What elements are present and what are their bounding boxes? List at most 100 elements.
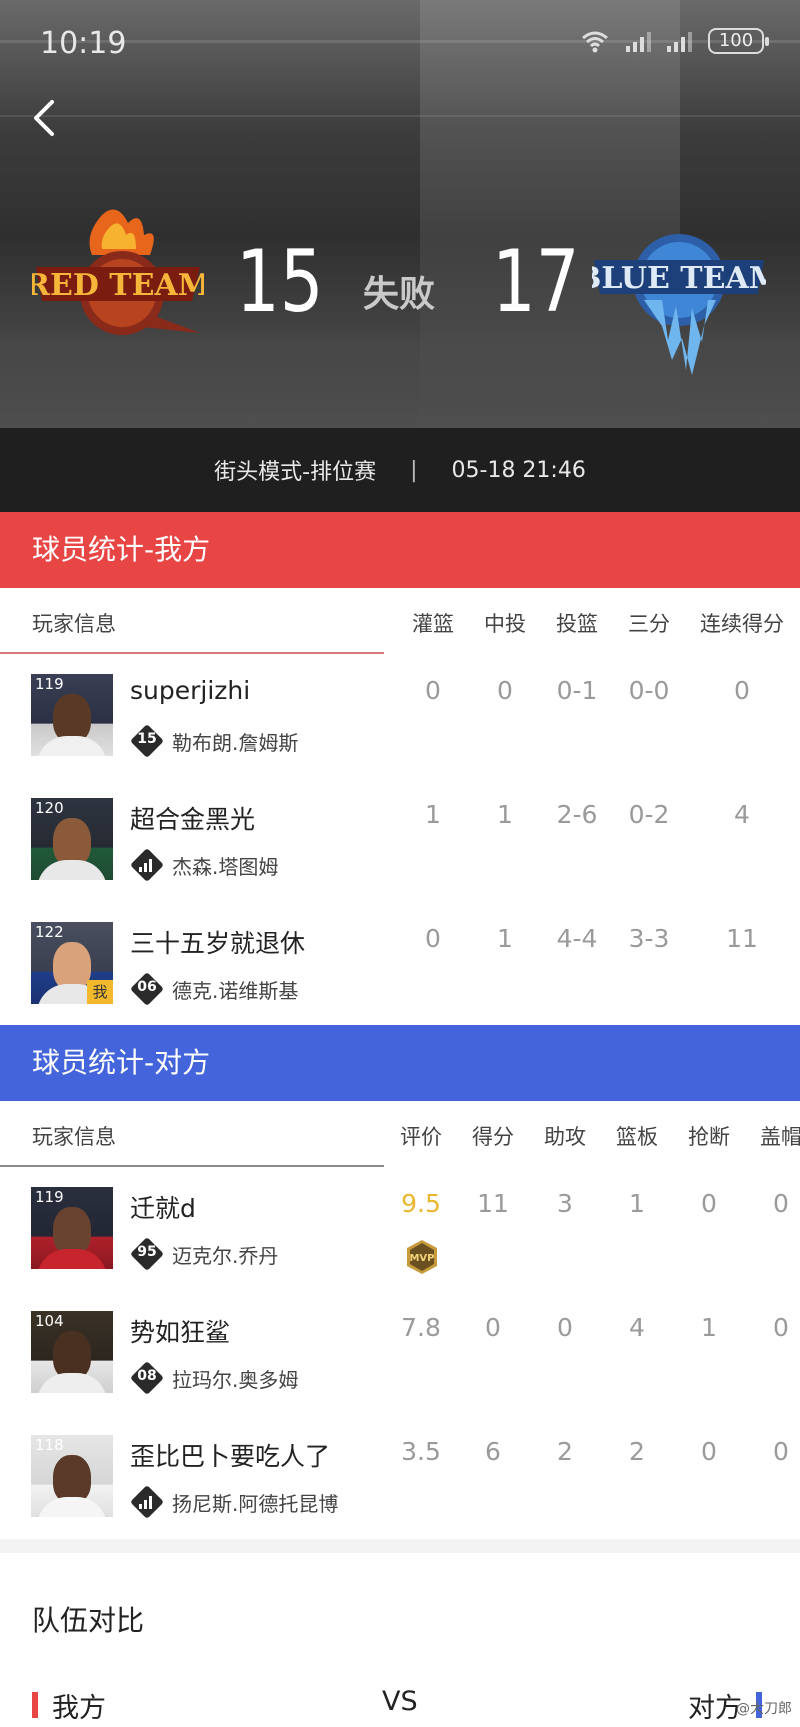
header-rebounds: 篮板	[616, 1125, 658, 1149]
player-name: 超合金黑光	[130, 805, 256, 834]
stat-rating: 7.8	[401, 1313, 441, 1342]
stat-assists: 0	[557, 1313, 573, 1342]
player-avatar: 104	[31, 1311, 113, 1393]
signal-icon	[626, 30, 651, 52]
hero-name: 迈克尔.乔丹	[172, 1243, 279, 1268]
svg-text:MVP: MVP	[409, 1253, 434, 1264]
header-points: 得分	[472, 1125, 514, 1149]
stat-steals: 0	[701, 1189, 717, 1218]
stat-three: 3-3	[628, 924, 670, 953]
stat-rebounds: 4	[629, 1313, 645, 1342]
match-header: 10:19 100 RED TEAM 15 失败 17 BLUE TEAM	[0, 0, 800, 428]
background-line	[0, 115, 800, 117]
match-info-bar: 街头模式-排位赛 | 05-18 21:46	[0, 428, 800, 512]
signal-icon	[667, 30, 692, 52]
stat-shots: 0-1	[556, 676, 598, 705]
match-datetime: 05-18 21:46	[451, 457, 586, 483]
rank-badge-icon: 15	[130, 724, 164, 758]
stat-dunk: 0	[425, 924, 441, 953]
player-level: 119	[35, 1188, 64, 1206]
stat-midrange: 0	[497, 676, 513, 705]
stat-streak: 0	[734, 676, 750, 705]
signal-bars-badge-icon	[130, 1485, 164, 1519]
stat-rebounds: 1	[629, 1189, 645, 1218]
stat-three: 0-2	[628, 800, 670, 829]
stat-dunk: 1	[425, 800, 441, 829]
stat-dunk: 0	[425, 676, 441, 705]
status-time: 10:19	[40, 26, 127, 61]
player-level: 104	[35, 1312, 64, 1330]
stat-rating: 9.5	[401, 1189, 441, 1218]
player-name: 势如狂鲨	[130, 1318, 231, 1347]
hero-info: 15 勒布朗.詹姆斯	[130, 724, 298, 758]
player-row[interactable]: 118 歪比巴卜要吃人了 扬尼斯.阿德托昆博 3.5 6 2 2 0 0	[0, 1415, 800, 1539]
header-player-info: 玩家信息	[32, 1125, 116, 1149]
me-tag: 我	[87, 980, 113, 1004]
hero-info: 95 迈克尔.乔丹	[130, 1237, 278, 1271]
hero-name: 扬尼斯.阿德托昆博	[172, 1491, 339, 1516]
player-avatar: 119	[31, 1187, 113, 1269]
red-team-logo: RED TEAM	[32, 209, 204, 335]
player-level: 120	[35, 799, 64, 817]
separator: |	[410, 457, 418, 483]
player-level: 119	[35, 675, 64, 693]
stat-points: 6	[485, 1437, 501, 1466]
player-avatar: 118	[31, 1435, 113, 1517]
header-midrange: 中投	[484, 612, 526, 636]
team-compare-title: 队伍对比	[32, 1604, 145, 1637]
stat-steals: 1	[701, 1313, 717, 1342]
player-avatar: 119	[31, 674, 113, 756]
stat-shots: 4-4	[556, 924, 598, 953]
header-three: 三分	[628, 612, 670, 636]
compare-vs-label: VS	[382, 1686, 418, 1717]
hero-name: 德克.诺维斯基	[172, 978, 299, 1003]
stat-three: 0-0	[628, 676, 670, 705]
rank-badge-icon: 95	[130, 1237, 164, 1271]
stat-midrange: 1	[497, 800, 513, 829]
player-name: superjizhi	[130, 676, 251, 705]
player-row[interactable]: 122 我 三十五岁就退休 06 德克.诺维斯基 0 1 4-4 3-3 11	[0, 902, 800, 1025]
stat-shots: 2-6	[556, 800, 598, 829]
back-arrow-icon[interactable]	[26, 98, 62, 138]
stat-blocks: 0	[773, 1189, 789, 1218]
hero-info: 杰森.塔图姆	[130, 848, 278, 882]
match-result: 失败	[363, 274, 436, 315]
hero-info: 08 拉玛尔.奥多姆	[130, 1361, 298, 1395]
player-row[interactable]: 104 势如狂鲨 08 拉玛尔.奥多姆 7.8 0 0 4 1 0	[0, 1291, 800, 1415]
our-stats-table: 玩家信息 灌篮 中投 投篮 三分 连续得分 119 superjizhi 15 …	[0, 588, 800, 1025]
rank-badge-icon: 08	[130, 1361, 164, 1395]
stat-points: 0	[485, 1313, 501, 1342]
player-name: 三十五岁就退休	[130, 929, 306, 958]
red-team-logo-text: RED TEAM	[32, 268, 204, 303]
their-stats-table: 玩家信息 评价 得分 助攻 篮板 抢断 盖帽 119 迁就d 95 迈克尔.乔丹…	[0, 1101, 800, 1539]
hero-info: 06 德克.诺维斯基	[130, 972, 298, 1006]
player-level: 118	[35, 1436, 64, 1454]
header-blocks: 盖帽	[760, 1125, 800, 1149]
hero-name: 勒布朗.詹姆斯	[172, 730, 299, 755]
blue-team-logo: BLUE TEAM	[592, 234, 766, 375]
team-compare-card: 队伍对比 我方 VS 对方	[0, 1553, 800, 1727]
player-row[interactable]: 120 超合金黑光 杰森.塔图姆 1 1 2-6 0-2 4	[0, 778, 800, 902]
their-stats-title: 球员统计-对方	[0, 1025, 800, 1101]
blue-team-logo-text: BLUE TEAM	[592, 261, 766, 296]
stat-assists: 2	[557, 1437, 573, 1466]
wifi-icon	[582, 31, 608, 53]
player-avatar: 122 我	[31, 922, 113, 1004]
header-steals: 抢断	[688, 1125, 730, 1149]
player-row[interactable]: 119 superjizhi 15 勒布朗.詹姆斯 0 0 0-1 0-0 0	[0, 654, 800, 778]
header-streak: 连续得分	[700, 612, 784, 636]
battery-icon: 100	[708, 28, 769, 54]
player-name: 歪比巴卜要吃人了	[130, 1442, 331, 1471]
hero-info: 扬尼斯.阿德托昆博	[130, 1485, 338, 1519]
player-row[interactable]: 119 迁就d 95 迈克尔.乔丹 9.5 MVP 11 3 1 0 0	[0, 1167, 800, 1291]
header-shots: 投篮	[556, 612, 598, 636]
stat-midrange: 1	[497, 924, 513, 953]
watermark: @大刀郎	[736, 1701, 792, 1717]
their-score: 17	[492, 232, 580, 332]
header-rating: 评价	[400, 1125, 442, 1149]
hero-name: 杰森.塔图姆	[172, 854, 279, 879]
stat-points: 11	[477, 1189, 509, 1218]
stat-steals: 0	[701, 1437, 717, 1466]
match-mode: 街头模式-排位赛	[214, 460, 377, 485]
rank-badge-icon: 06	[130, 972, 164, 1006]
